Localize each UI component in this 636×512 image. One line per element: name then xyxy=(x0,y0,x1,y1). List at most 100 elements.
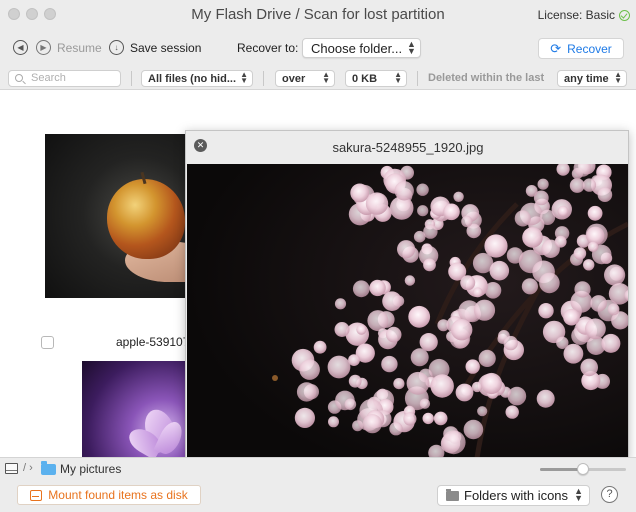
preview-window: ✕ sakura-5248955_1920.jpg xyxy=(185,130,629,460)
blossom xyxy=(419,398,431,409)
blossom xyxy=(404,275,416,286)
blossom xyxy=(521,278,538,295)
blossom xyxy=(465,359,480,374)
blossom xyxy=(443,203,460,221)
file-type-select[interactable]: All files (no hid... ▲ ▼ xyxy=(141,70,253,87)
preview-title: sakura-5248955_1920.jpg xyxy=(332,140,484,155)
blossom xyxy=(539,209,556,225)
blossom xyxy=(557,205,569,217)
blossom xyxy=(406,371,430,395)
destination-select[interactable]: Choose folder... ▲ ▼ xyxy=(302,38,421,58)
blossom xyxy=(574,281,591,298)
blossom xyxy=(397,240,416,259)
updown-icon: ▲ ▼ xyxy=(240,70,248,85)
blossom xyxy=(408,305,431,328)
blossom xyxy=(586,226,605,245)
chevron-left-icon: ◀ xyxy=(17,42,24,52)
blossom xyxy=(590,295,607,312)
size-value: 0 KB xyxy=(352,73,378,85)
file-type-value: All files (no hid... xyxy=(148,73,236,85)
help-button[interactable]: ? xyxy=(601,486,618,503)
updown-icon: ▲ ▼ xyxy=(574,486,583,503)
blossom xyxy=(601,333,621,353)
blossom xyxy=(604,264,626,286)
folder-icon xyxy=(446,489,459,501)
file-thumbnail[interactable] xyxy=(82,361,185,457)
blossom xyxy=(580,358,598,377)
blossom xyxy=(433,411,448,426)
file-checkbox[interactable] xyxy=(41,336,54,349)
resume-label[interactable]: Resume xyxy=(57,41,102,55)
blossom xyxy=(478,349,496,367)
divider xyxy=(417,71,418,86)
size-operator-select[interactable]: over ▲ ▼ xyxy=(275,70,335,87)
blossom xyxy=(327,355,351,379)
blossom xyxy=(522,227,543,248)
blossom xyxy=(423,258,436,272)
blossom xyxy=(403,412,417,426)
blossom xyxy=(460,275,476,291)
blossom xyxy=(451,319,473,341)
blossom xyxy=(582,178,597,192)
preview-image xyxy=(187,164,628,458)
recover-to-label: Recover to: xyxy=(237,41,299,55)
time-range-value: any time xyxy=(564,73,609,85)
blossom xyxy=(441,430,466,455)
time-range-select[interactable]: any time ▲ ▼ xyxy=(557,70,627,87)
save-session-button[interactable]: ↓ xyxy=(109,40,124,55)
view-mode-value: Folders with icons xyxy=(464,488,569,503)
blossom xyxy=(525,185,538,197)
status-bar: Mount found items as disk Folders with i… xyxy=(0,479,636,512)
path-location[interactable]: My pictures xyxy=(60,462,121,476)
blossom xyxy=(563,308,580,326)
blossom xyxy=(393,378,405,390)
toolbar: ◀ ▶ Resume ↓ Save session Recover to: Ch… xyxy=(0,30,636,66)
blossom xyxy=(455,383,474,402)
blossom xyxy=(539,272,560,294)
blossom xyxy=(296,382,317,402)
blossom xyxy=(587,241,599,252)
blossom xyxy=(437,319,450,332)
divider xyxy=(263,71,264,86)
blossom xyxy=(334,322,350,337)
resume-button[interactable]: ▶ xyxy=(36,40,51,55)
blossom xyxy=(365,192,389,215)
blossom xyxy=(422,412,434,425)
blossom xyxy=(607,303,620,316)
blossom xyxy=(463,419,484,440)
blossom xyxy=(503,335,518,351)
mount-as-disk-button[interactable]: Mount found items as disk xyxy=(17,485,201,505)
blossom xyxy=(348,374,362,388)
drive-icon[interactable] xyxy=(5,463,18,474)
recover-icon: ⟳ xyxy=(550,40,562,56)
blossom xyxy=(477,406,488,417)
save-session-label[interactable]: Save session xyxy=(130,41,201,55)
blossom xyxy=(362,414,382,434)
blossom xyxy=(345,322,369,346)
blossom xyxy=(597,187,613,202)
blossom xyxy=(299,359,320,380)
blossom xyxy=(367,310,389,332)
recover-button[interactable]: ⟳ Recover xyxy=(538,38,624,59)
blossom xyxy=(480,372,503,395)
blossom xyxy=(537,178,549,190)
cherry-blossom-image xyxy=(187,164,628,458)
file-thumbnail[interactable] xyxy=(45,134,185,298)
blossom xyxy=(538,303,554,319)
blossom xyxy=(294,407,315,428)
deleted-within-label: Deleted within the last xyxy=(428,72,545,84)
search-input[interactable]: Search xyxy=(8,70,121,87)
size-value-select[interactable]: 0 KB ▲ ▼ xyxy=(345,70,407,87)
back-button[interactable]: ◀ xyxy=(13,40,28,55)
path-bar: / › My pictures xyxy=(0,457,636,479)
updown-icon: ▲ ▼ xyxy=(394,70,402,85)
view-mode-select[interactable]: Folders with icons ▲ ▼ xyxy=(437,485,590,506)
blossom xyxy=(394,181,414,201)
blossom xyxy=(573,247,587,260)
license-status[interactable]: License: Basic xyxy=(538,8,630,22)
check-circle-icon xyxy=(619,9,630,21)
updown-icon: ▲ ▼ xyxy=(614,70,622,85)
blossom xyxy=(348,354,360,366)
zoom-slider-knob[interactable] xyxy=(577,463,589,475)
blossom xyxy=(328,416,339,428)
